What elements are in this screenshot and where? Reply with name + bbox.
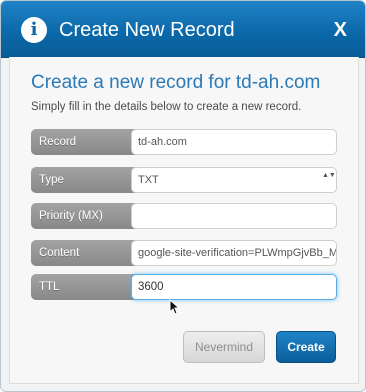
type-select[interactable]: TXT ▲▼ bbox=[131, 167, 337, 193]
ttl-field[interactable]: 3600 bbox=[131, 274, 337, 300]
record-label: Record bbox=[31, 129, 137, 155]
type-label: Type bbox=[31, 167, 137, 193]
nevermind-button[interactable]: Nevermind bbox=[183, 331, 265, 363]
content-label: Content bbox=[31, 240, 137, 266]
ttl-label: TTL bbox=[31, 274, 137, 300]
record-field[interactable]: td-ah.com bbox=[131, 129, 337, 155]
info-icon: i bbox=[21, 17, 47, 43]
dialog-title: Create New Record bbox=[59, 19, 235, 41]
content-field[interactable]: google-site-verification=PLWmpGjvBb_MMi bbox=[131, 240, 337, 266]
mouse-cursor-icon bbox=[169, 299, 181, 315]
dialog-titlebar: i Create New Record X bbox=[1, 1, 365, 58]
priority-label: Priority (MX) bbox=[31, 203, 137, 229]
create-record-dialog: i Create New Record X Create a new recor… bbox=[0, 0, 366, 392]
create-button[interactable]: Create bbox=[276, 331, 336, 363]
select-arrows-icon: ▲▼ bbox=[322, 172, 336, 179]
priority-field[interactable] bbox=[131, 203, 337, 229]
form-subheading: Simply fill in the details below to crea… bbox=[31, 101, 302, 113]
close-button[interactable]: X bbox=[334, 17, 347, 43]
form-heading: Create a new record for td-ah.com bbox=[31, 72, 321, 93]
type-select-value: TXT bbox=[138, 174, 159, 186]
